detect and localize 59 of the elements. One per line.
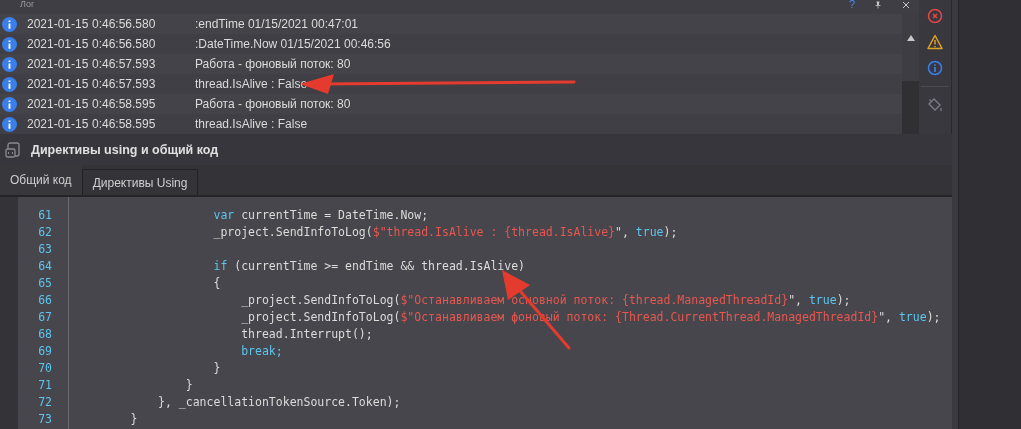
panel-title: Лог (20, 0, 36, 9)
log-message: thread.IsAlive : False (195, 117, 308, 131)
log-message: Работа - фоновый поток: 80 (195, 97, 351, 111)
section-title: Директивы using и общий код (31, 142, 219, 157)
scroll-up-icon[interactable] (906, 35, 915, 41)
line-number: 68 (37, 326, 53, 343)
code-line: } (129, 411, 138, 428)
info-icon (2, 76, 17, 92)
log-time: 0:46:57.593 (92, 57, 157, 71)
code-line: if (currentTime >= endTime && thread.IsAlive) (212, 258, 526, 275)
line-number: 67 (37, 309, 53, 326)
log-time: 0:46:58.595 (92, 97, 157, 111)
log-date: 2021-01-15 (27, 97, 90, 111)
line-number: 61 (37, 207, 53, 224)
log-message: Работа - фоновый поток: 80 (195, 57, 351, 71)
log-date: 2021-01-15 (27, 37, 90, 51)
log-date: 2021-01-15 (27, 77, 90, 91)
log-date: 2021-01-15 (27, 17, 90, 31)
info-icon (2, 96, 17, 112)
warning-icon[interactable] (927, 34, 943, 50)
line-number: 73 (37, 411, 53, 428)
info-icon (2, 16, 17, 32)
code-line: }, _cancellationTokenSource.Token); (157, 394, 401, 411)
error-icon[interactable] (927, 8, 943, 24)
line-number: 63 (37, 241, 53, 258)
log-message: :DateTime.Now 01/15/2021 00:46:56 (195, 37, 391, 51)
pin-icon[interactable] (873, 1, 883, 9)
info-icon (2, 36, 17, 52)
code-line: break; (240, 343, 283, 360)
code-file-icon (5, 140, 21, 159)
code-line: { (212, 275, 221, 292)
log-time: 0:46:58.595 (92, 117, 157, 131)
line-number: 69 (37, 343, 53, 360)
log-message: :endTime 01/15/2021 00:47:01 (195, 17, 358, 31)
code-line: var currentTime = DateTime.Now; (212, 207, 429, 224)
line-number: 71 (37, 377, 53, 394)
info-icon[interactable] (927, 60, 943, 76)
info-icon (2, 116, 17, 132)
line-number: 70 (37, 360, 53, 377)
paint-bucket-icon[interactable] (927, 97, 943, 113)
line-number: 65 (37, 275, 53, 292)
code-line: _project.SendInfoToLog($"thread.IsAlive : {thread.IsAlive}", true); (212, 224, 678, 241)
log-time: 0:46:57.593 (92, 77, 157, 91)
log-time: 0:46:56.580 (92, 17, 157, 31)
line-number: 64 (37, 258, 53, 275)
line-number: 72 (37, 394, 53, 411)
code-line: } (184, 377, 193, 394)
line-number: 62 (37, 224, 53, 241)
close-icon[interactable] (901, 1, 911, 9)
line-number: 66 (37, 292, 53, 309)
tab[interactable]: Общий код (0, 165, 82, 195)
tab[interactable]: Директивы Using (81, 169, 199, 195)
log-date: 2021-01-15 (27, 57, 90, 71)
log-time: 0:46:56.580 (92, 37, 157, 51)
code-line: thread.Interrupt(); (240, 326, 373, 343)
log-date: 2021-01-15 (27, 117, 90, 131)
code-line: } (212, 360, 221, 377)
info-icon (2, 56, 17, 72)
scrollbar[interactable] (902, 14, 919, 134)
